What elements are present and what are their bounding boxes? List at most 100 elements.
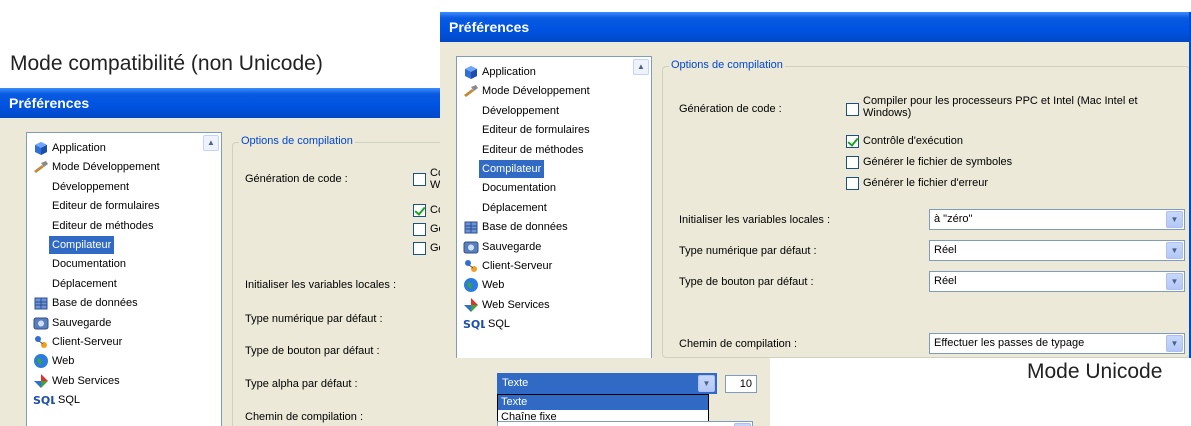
alpha-type-select[interactable]: Texte ▼ <box>497 373 717 394</box>
alpha-length-field[interactable]: 10 <box>725 375 757 393</box>
ppc-intel-label-line2: W <box>430 179 441 191</box>
nav-item[interactable]: Documentation <box>482 179 556 197</box>
nav-item-label: Editeur de formulaires <box>482 124 590 137</box>
alpha-option-texte[interactable]: Texte <box>498 395 708 410</box>
application-icon <box>463 64 479 80</box>
nav-item-label: Application <box>482 66 536 78</box>
button-type-select[interactable]: Réel ▼ <box>929 271 1185 292</box>
runtime-check-checkbox[interactable] <box>846 135 859 148</box>
backup-icon <box>463 239 479 255</box>
web-services-icon <box>463 297 479 313</box>
nav-item[interactable]: Web Services <box>463 296 550 314</box>
symbols-file-checkbox[interactable] <box>846 156 859 169</box>
nav-item-label: Développement <box>52 180 130 193</box>
ppc-intel-label-line2: Windows) <box>863 107 912 119</box>
alpha-type-label: Type alpha par défaut : <box>245 378 358 390</box>
preferences-window-unicode: Préférences ▲ Application Mode Développem… <box>440 12 1191 358</box>
compile-path-value: Effectuer les passes de typage <box>934 337 1085 349</box>
nav-item[interactable]: Déplacement <box>52 275 117 293</box>
nav-item[interactable]: SQL SQL <box>33 391 80 409</box>
caption-compat-mode: Mode compatibilité (non Unicode) <box>10 52 323 75</box>
nav-item[interactable]: Documentation <box>52 255 126 273</box>
compile-path-label: Chemin de compilation : <box>679 338 798 350</box>
nav-item-label: Compilateur <box>479 160 545 178</box>
chevron-down-icon[interactable]: ▼ <box>698 375 715 392</box>
nav-item[interactable]: Editeur de méthodes <box>52 217 154 235</box>
compile-path-label: Chemin de compilation : <box>245 411 364 423</box>
nav-item[interactable]: SQL SQL <box>463 315 510 333</box>
nav-item-label: Mode Développement <box>52 161 160 174</box>
chevron-down-icon[interactable]: ▼ <box>1166 273 1183 290</box>
nav-item[interactable]: Base de données <box>33 294 138 312</box>
database-icon <box>463 219 479 235</box>
compile-options-group: Options de compilation Génération de cod… <box>662 59 1189 358</box>
chevron-down-icon[interactable]: ▼ <box>1166 242 1183 259</box>
compile-path-select[interactable]: Effectuer les passes de typage ▼ <box>929 333 1185 354</box>
nav-item-label: Base de données <box>52 297 138 310</box>
runtime-check-checkbox[interactable] <box>413 204 426 217</box>
nav-item[interactable]: Mode Développement <box>33 158 160 176</box>
button-type-label: Type de bouton par défaut : <box>245 345 380 357</box>
group-title: Options de compilation <box>669 59 785 71</box>
nav-item-label: Base de données <box>482 221 568 234</box>
nav-item-label: Sauvegarde <box>52 316 112 329</box>
button-type-label: Type de bouton par défaut : <box>679 276 814 288</box>
application-icon <box>33 140 49 156</box>
tools-icon <box>33 159 49 175</box>
nav-item[interactable]: Editeur de formulaires <box>52 197 160 215</box>
compile-path-select[interactable]: ▼ <box>497 421 753 426</box>
alpha-type-value: Texte <box>502 377 529 389</box>
nav-item[interactable]: Editeur de formulaires <box>482 121 590 139</box>
ppc-intel-checkbox[interactable] <box>413 173 426 186</box>
runtime-check-label: Contrôle d'exécution <box>863 135 963 147</box>
sql-icon: SQL <box>463 316 487 332</box>
symbols-file-label: Générer le fichier de symboles <box>863 156 1013 168</box>
nav-item-label: Client-Serveur <box>52 336 123 348</box>
nav-item[interactable]: Client-Serveur <box>463 257 552 275</box>
nav-item[interactable]: Compilateur <box>49 236 115 254</box>
scroll-up-button[interactable]: ▲ <box>203 135 219 151</box>
preferences-nav-list[interactable]: ▲ Application Mode Développement Développe… <box>456 56 652 358</box>
nav-item[interactable]: Sauvegarde <box>33 314 111 332</box>
nav-item-label: Documentation <box>52 258 126 271</box>
nav-item-label: Mode Développement <box>482 85 590 98</box>
nav-item[interactable]: Application <box>33 139 106 157</box>
nav-item[interactable]: Client-Serveur <box>33 333 122 351</box>
nav-item-label: Web <box>52 355 75 368</box>
nav-item[interactable]: Développement <box>482 102 559 120</box>
init-vars-select[interactable]: à "zéro" ▼ <box>929 209 1185 230</box>
nav-item-label: SQL <box>488 318 511 331</box>
error-file-label: Générer le fichier d'erreur <box>863 177 988 189</box>
ppc-intel-checkbox[interactable] <box>846 103 859 116</box>
chevron-down-icon[interactable]: ▼ <box>1166 211 1183 228</box>
symbols-file-checkbox[interactable] <box>413 223 426 236</box>
nav-item[interactable]: Web <box>463 276 504 294</box>
globe-icon <box>33 353 49 369</box>
nav-item[interactable]: Web <box>33 352 74 370</box>
init-vars-value: à "zéro" <box>934 213 973 225</box>
chevron-down-icon[interactable]: ▼ <box>1166 335 1183 352</box>
nav-item-label: Web Services <box>482 298 550 311</box>
nav-item[interactable]: Application <box>463 63 536 81</box>
svg-text:SQL: SQL <box>33 394 55 407</box>
nav-item-label: Déplacement <box>482 201 547 214</box>
numeric-type-select[interactable]: Réel ▼ <box>929 240 1185 261</box>
nav-item[interactable]: Déplacement <box>482 199 547 217</box>
nav-item[interactable]: Compilateur <box>479 160 545 178</box>
svg-text:SQL: SQL <box>463 318 485 331</box>
nav-item[interactable]: Editeur de méthodes <box>482 141 584 159</box>
preferences-nav-list[interactable]: ▲ Application Mode Développement Développe… <box>26 132 222 426</box>
scroll-up-button[interactable]: ▲ <box>633 59 649 75</box>
nav-item[interactable]: Mode Développement <box>463 82 590 100</box>
numeric-type-label: Type numérique par défaut : <box>679 245 817 257</box>
error-file-checkbox[interactable] <box>846 177 859 190</box>
backup-icon <box>33 315 49 331</box>
nav-item[interactable]: Web Services <box>33 372 120 390</box>
nav-item-label: Application <box>52 142 106 154</box>
error-file-checkbox[interactable] <box>413 242 426 255</box>
nav-item[interactable]: Développement <box>52 178 129 196</box>
nav-item[interactable]: Base de données <box>463 218 568 236</box>
database-icon <box>33 295 49 311</box>
window-title[interactable]: Préférences <box>440 12 1189 42</box>
nav-item[interactable]: Sauvegarde <box>463 238 541 256</box>
